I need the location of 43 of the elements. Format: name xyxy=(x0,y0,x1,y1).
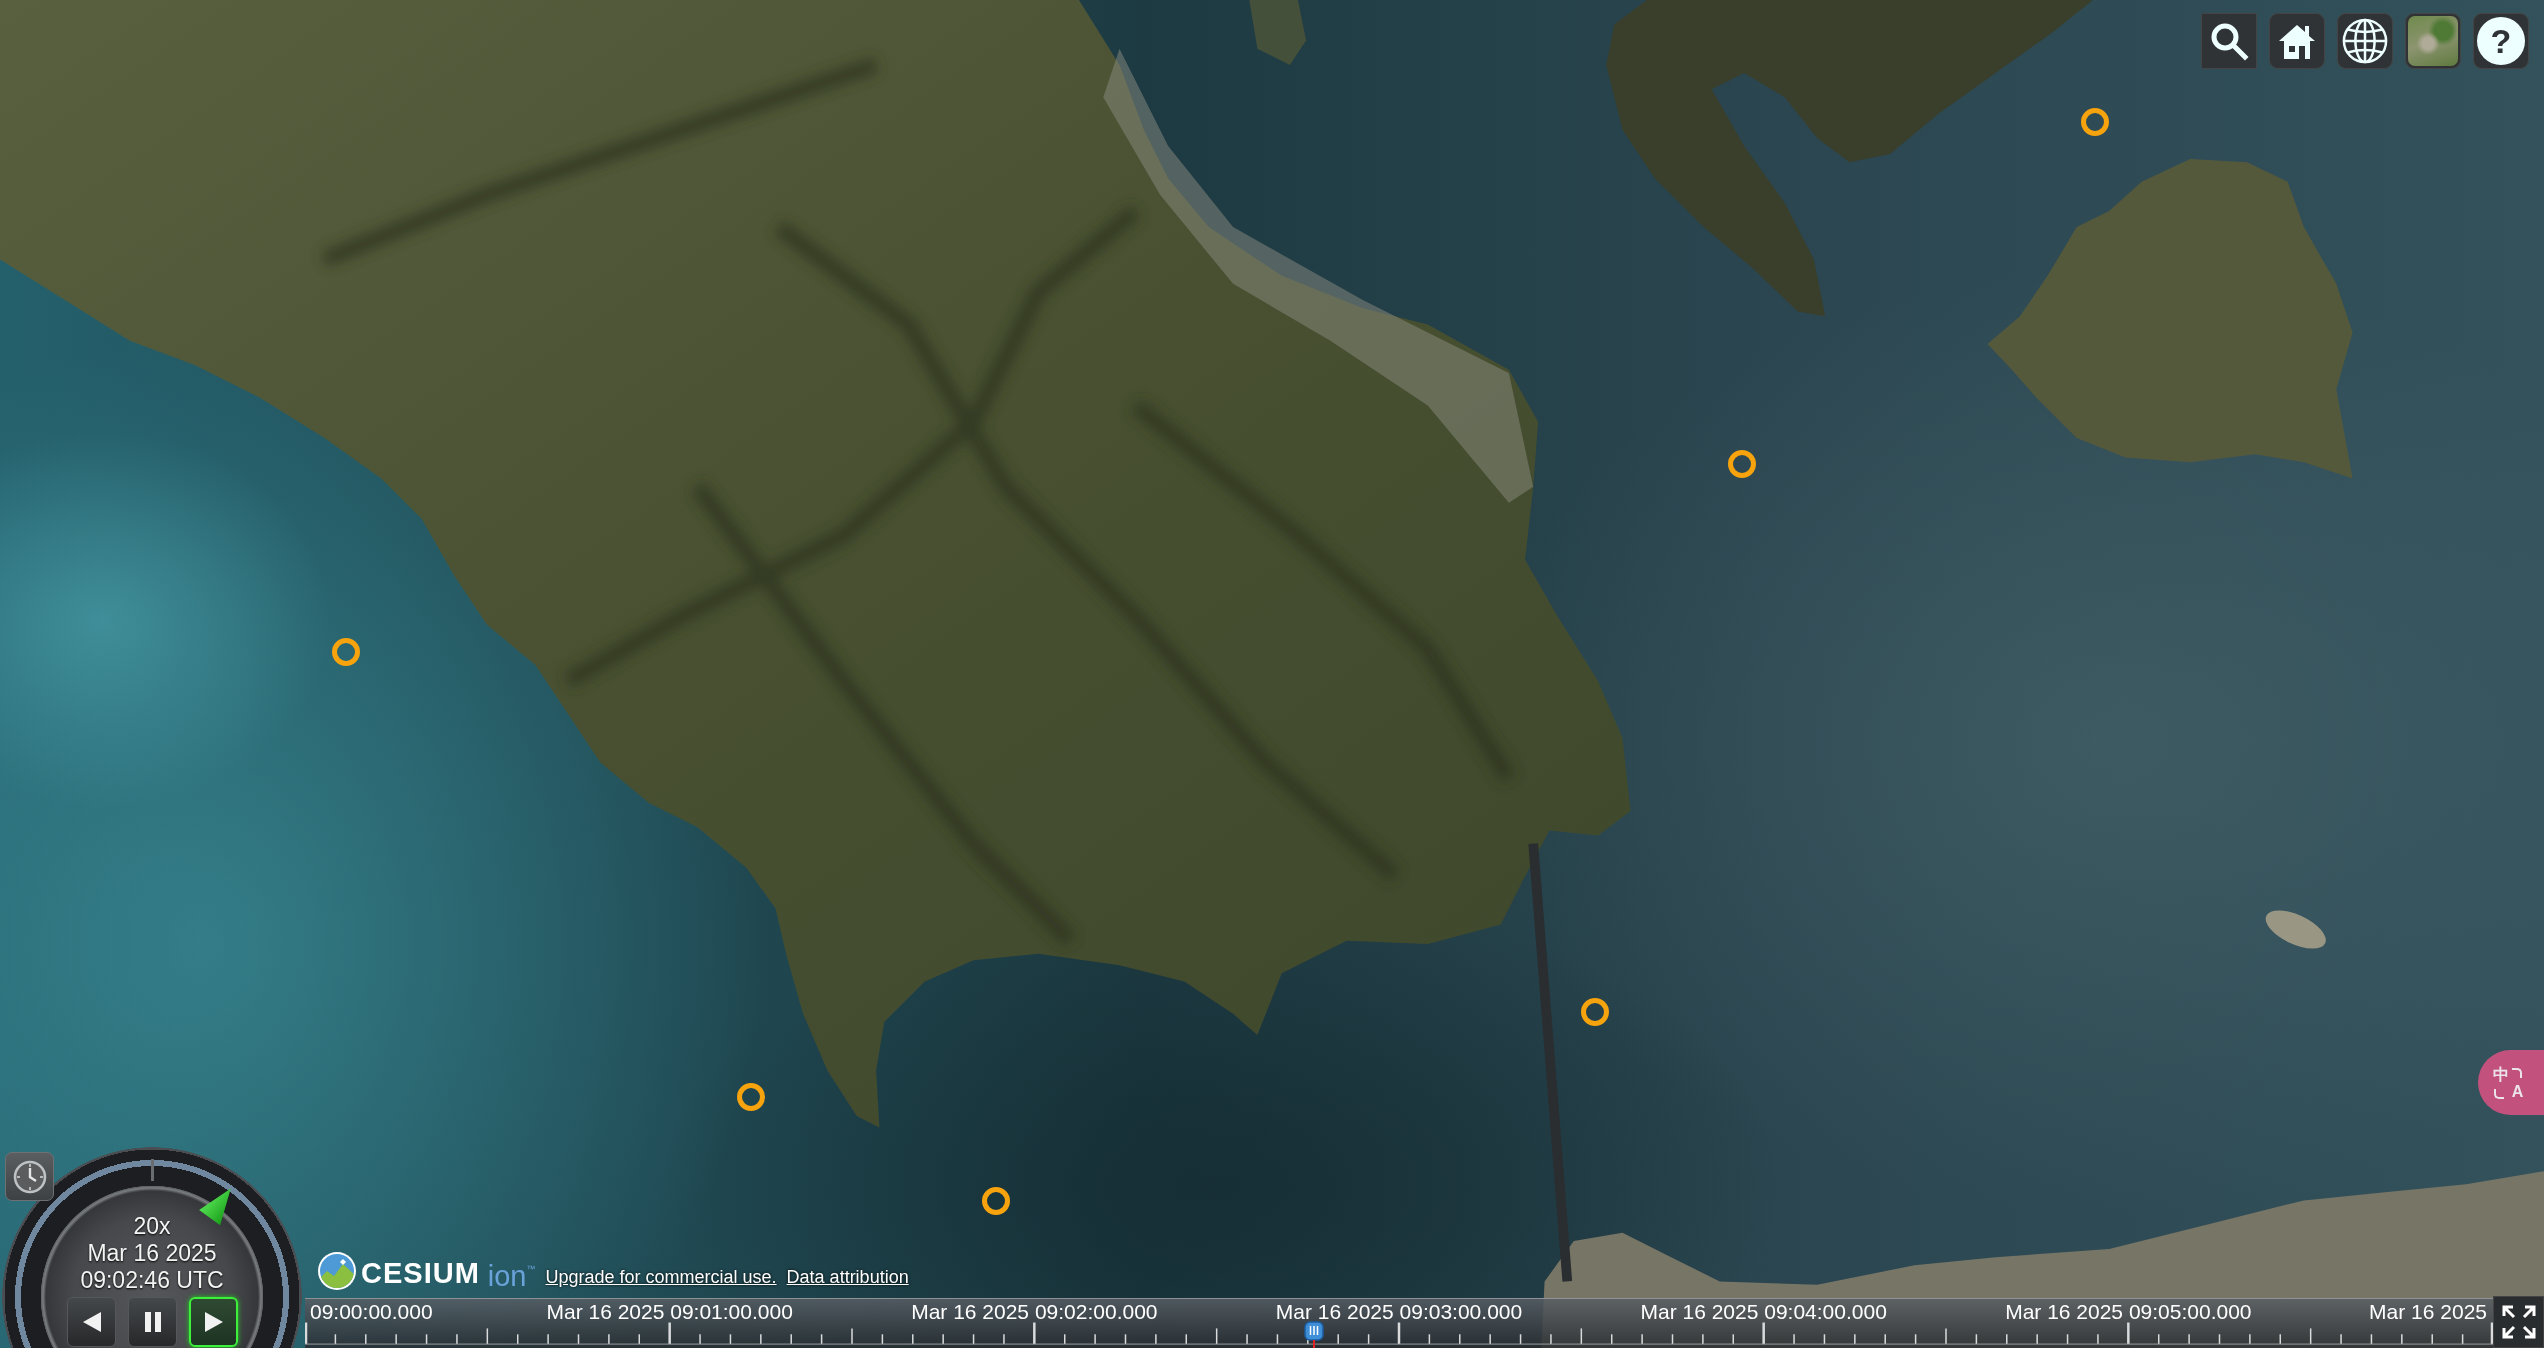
reverse-button[interactable] xyxy=(67,1297,116,1347)
timeline-label: Mar 16 2025 xyxy=(2369,1301,2487,1323)
timeline-label: Mar 16 2025 09:02:00.000 xyxy=(911,1301,1158,1323)
clock-button[interactable] xyxy=(5,1152,54,1201)
search-button[interactable] xyxy=(2201,13,2257,69)
ring-marker-icon xyxy=(1728,450,1756,478)
timeline-label: Mar 16 2025 09:03:00.000 xyxy=(1275,1301,1523,1323)
ring-marker-icon xyxy=(982,1187,1010,1215)
credit-link[interactable]: Data attribution xyxy=(786,1265,909,1288)
globe-icon xyxy=(2342,18,2388,64)
island xyxy=(2265,910,2326,949)
brand-name: CESIUM xyxy=(361,1255,480,1290)
ring-marker-icon xyxy=(332,638,360,666)
credit-link[interactable]: Upgrade for commercial use. xyxy=(545,1265,777,1288)
help-button[interactable]: ? xyxy=(2473,13,2529,69)
timeline-label: Mar 16 2025 09:05:00.000 xyxy=(2005,1301,2252,1323)
ring-marker-icon xyxy=(1581,998,1609,1026)
timeline-label: Mar 16 2025 09:01:00.000 xyxy=(546,1301,793,1323)
globe-button[interactable] xyxy=(2337,13,2393,69)
speed-multiplier: 20x xyxy=(133,1213,171,1240)
island xyxy=(1249,0,1307,65)
fullscreen-button[interactable] xyxy=(2493,1296,2544,1348)
animation-dial[interactable]: 20x Mar 16 2025 09:02:46 UTC xyxy=(2,1147,302,1348)
timeline-bar[interactable]: 09:00:00.000 Mar 16 2025 09:01:00.000 Mar 16 2025 09:02:00.000 Mar 16 2025 09:03:00.000 Mar 16 2025 09:04:00.000 Mar 16 2025 09:05:00.000 Mar 16 2025 xyxy=(305,1298,2493,1348)
shuttle-ring-handle[interactable] xyxy=(197,1186,233,1228)
current-date: Mar 16 2025 xyxy=(87,1240,217,1267)
timeline-label: 09:00:00.000 xyxy=(310,1301,433,1323)
timeline-label: Mar 16 2025 09:04:00.000 xyxy=(1640,1301,1887,1323)
search-icon xyxy=(2209,21,2249,61)
ring-marker-icon xyxy=(737,1083,765,1111)
play-button[interactable] xyxy=(189,1297,238,1347)
pause-button[interactable] xyxy=(128,1297,177,1347)
play-icon xyxy=(202,1311,225,1333)
time-scrubber-handle[interactable] xyxy=(1303,1321,1324,1348)
thumbnail-photo-placeholder xyxy=(2408,16,2458,66)
ring-marker-icon xyxy=(2081,108,2109,136)
clock-icon xyxy=(12,1159,47,1194)
imagery-picker-button[interactable] xyxy=(2405,13,2461,69)
product-name: ion$^{™}$ xyxy=(487,1259,536,1293)
fullscreen-icon xyxy=(2500,1304,2537,1340)
cesium-logo-icon xyxy=(317,1250,357,1291)
current-time: 09:02:46 UTC xyxy=(80,1267,224,1294)
home-button[interactable] xyxy=(2269,13,2325,69)
